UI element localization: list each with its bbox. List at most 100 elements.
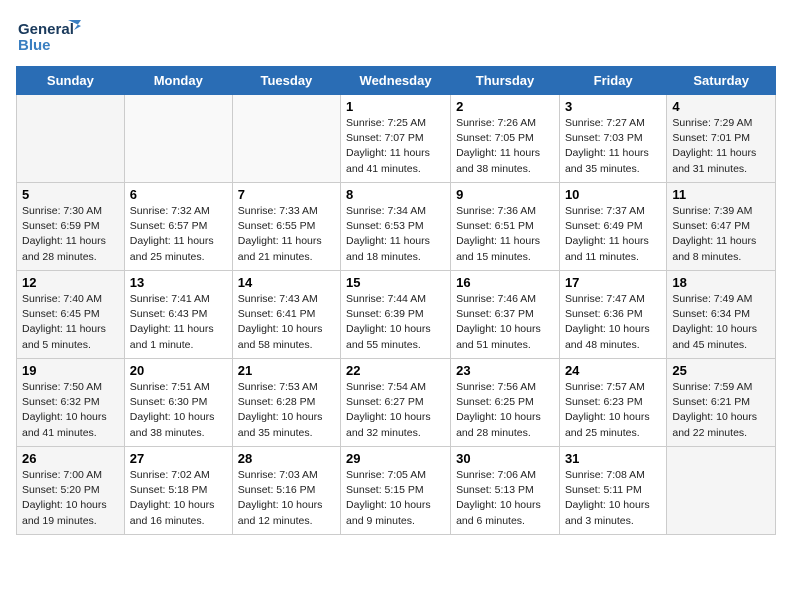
cell-info: Sunrise: 7:30 AMSunset: 6:59 PMDaylight:… <box>22 204 119 265</box>
day-number: 28 <box>238 451 335 466</box>
day-number: 9 <box>456 187 554 202</box>
cell-info: Sunrise: 7:50 AMSunset: 6:32 PMDaylight:… <box>22 380 119 441</box>
calendar-cell: 6 Sunrise: 7:32 AMSunset: 6:57 PMDaylight… <box>124 183 232 271</box>
week-row-2: 5Sunrise: 7:30 AMSunset: 6:59 PMDaylight… <box>17 183 776 271</box>
cell-info: Sunrise: 7:00 AMSunset: 5:20 PMDaylight:… <box>22 468 119 529</box>
calendar-cell: 20 Sunrise: 7:51 AMSunset: 6:30 PMDayligh… <box>124 359 232 447</box>
calendar-cell <box>667 447 776 535</box>
cell-info: Sunrise: 7:41 AMSunset: 6:43 PMDaylight:… <box>130 292 227 353</box>
cell-info: Sunrise: 7:49 AMSunset: 6:34 PMDaylight:… <box>672 292 770 353</box>
cell-info: Sunrise: 7:26 AMSunset: 7:05 PMDaylight:… <box>456 116 554 177</box>
day-number: 23 <box>456 363 554 378</box>
calendar-cell <box>17 95 125 183</box>
week-row-5: 26 Sunrise: 7:00 AMSunset: 5:20 PMDayligh… <box>17 447 776 535</box>
day-number: 22 <box>346 363 445 378</box>
week-row-1: 1Sunrise: 7:25 AMSunset: 7:07 PMDaylight… <box>17 95 776 183</box>
day-number: 25 <box>672 363 770 378</box>
calendar-cell: 17Sunrise: 7:47 AMSunset: 6:36 PMDayligh… <box>559 271 666 359</box>
calendar-cell: 26 Sunrise: 7:00 AMSunset: 5:20 PMDayligh… <box>17 447 125 535</box>
calendar-cell: 28 Sunrise: 7:03 AMSunset: 5:16 PMDayligh… <box>232 447 340 535</box>
cell-info: Sunrise: 7:03 AMSunset: 5:16 PMDaylight:… <box>238 468 335 529</box>
calendar-cell: 10 Sunrise: 7:37 AMSunset: 6:49 PMDayligh… <box>559 183 666 271</box>
day-header-row: SundayMondayTuesdayWednesdayThursdayFrid… <box>17 67 776 95</box>
cell-info: Sunrise: 7:36 AMSunset: 6:51 PMDaylight:… <box>456 204 554 265</box>
logo: GeneralBlue <box>16 16 86 58</box>
calendar-cell: 21Sunrise: 7:53 AMSunset: 6:28 PMDayligh… <box>232 359 340 447</box>
calendar-cell: 29 Sunrise: 7:05 AMSunset: 5:15 PMDayligh… <box>341 447 451 535</box>
calendar-cell: 23 Sunrise: 7:56 AMSunset: 6:25 PMDayligh… <box>451 359 560 447</box>
cell-info: Sunrise: 7:54 AMSunset: 6:27 PMDaylight:… <box>346 380 445 441</box>
day-number: 27 <box>130 451 227 466</box>
calendar-cell: 2Sunrise: 7:26 AMSunset: 7:05 PMDaylight… <box>451 95 560 183</box>
cell-info: Sunrise: 7:51 AMSunset: 6:30 PMDaylight:… <box>130 380 227 441</box>
day-number: 16 <box>456 275 554 290</box>
day-number: 7 <box>238 187 335 202</box>
day-number: 29 <box>346 451 445 466</box>
day-header-tuesday: Tuesday <box>232 67 340 95</box>
cell-info: Sunrise: 7:33 AMSunset: 6:55 PMDaylight:… <box>238 204 335 265</box>
cell-info: Sunrise: 7:39 AMSunset: 6:47 PMDaylight:… <box>672 204 770 265</box>
calendar-cell: 3 Sunrise: 7:27 AMSunset: 7:03 PMDaylight… <box>559 95 666 183</box>
cell-info: Sunrise: 7:05 AMSunset: 5:15 PMDaylight:… <box>346 468 445 529</box>
calendar-cell: 7 Sunrise: 7:33 AMSunset: 6:55 PMDaylight… <box>232 183 340 271</box>
cell-info: Sunrise: 7:57 AMSunset: 6:23 PMDaylight:… <box>565 380 661 441</box>
day-number: 26 <box>22 451 119 466</box>
day-header-wednesday: Wednesday <box>341 67 451 95</box>
cell-info: Sunrise: 7:59 AMSunset: 6:21 PMDaylight:… <box>672 380 770 441</box>
calendar-cell: 5Sunrise: 7:30 AMSunset: 6:59 PMDaylight… <box>17 183 125 271</box>
cell-info: Sunrise: 7:56 AMSunset: 6:25 PMDaylight:… <box>456 380 554 441</box>
calendar-cell: 12 Sunrise: 7:40 AMSunset: 6:45 PMDayligh… <box>17 271 125 359</box>
calendar-table: SundayMondayTuesdayWednesdayThursdayFrid… <box>16 66 776 535</box>
day-number: 24 <box>565 363 661 378</box>
cell-info: Sunrise: 7:29 AMSunset: 7:01 PMDaylight:… <box>672 116 770 177</box>
day-header-sunday: Sunday <box>17 67 125 95</box>
cell-info: Sunrise: 7:47 AMSunset: 6:36 PMDaylight:… <box>565 292 661 353</box>
week-row-4: 19Sunrise: 7:50 AMSunset: 6:32 PMDayligh… <box>17 359 776 447</box>
day-number: 20 <box>130 363 227 378</box>
week-row-3: 12 Sunrise: 7:40 AMSunset: 6:45 PMDayligh… <box>17 271 776 359</box>
calendar-cell: 25 Sunrise: 7:59 AMSunset: 6:21 PMDayligh… <box>667 359 776 447</box>
calendar-cell: 14 Sunrise: 7:43 AMSunset: 6:41 PMDayligh… <box>232 271 340 359</box>
calendar-cell: 24 Sunrise: 7:57 AMSunset: 6:23 PMDayligh… <box>559 359 666 447</box>
calendar-cell: 16Sunrise: 7:46 AMSunset: 6:37 PMDayligh… <box>451 271 560 359</box>
calendar-cell: 1Sunrise: 7:25 AMSunset: 7:07 PMDaylight… <box>341 95 451 183</box>
cell-info: Sunrise: 7:37 AMSunset: 6:49 PMDaylight:… <box>565 204 661 265</box>
calendar-cell: 27 Sunrise: 7:02 AMSunset: 5:18 PMDayligh… <box>124 447 232 535</box>
calendar-cell <box>124 95 232 183</box>
day-number: 4 <box>672 99 770 114</box>
day-number: 6 <box>130 187 227 202</box>
calendar-cell: 4 Sunrise: 7:29 AMSunset: 7:01 PMDaylight… <box>667 95 776 183</box>
day-header-thursday: Thursday <box>451 67 560 95</box>
calendar-cell: 18 Sunrise: 7:49 AMSunset: 6:34 PMDayligh… <box>667 271 776 359</box>
calendar-cell: 15Sunrise: 7:44 AMSunset: 6:39 PMDayligh… <box>341 271 451 359</box>
day-number: 3 <box>565 99 661 114</box>
day-number: 13 <box>130 275 227 290</box>
cell-info: Sunrise: 7:02 AMSunset: 5:18 PMDaylight:… <box>130 468 227 529</box>
day-header-friday: Friday <box>559 67 666 95</box>
cell-info: Sunrise: 7:43 AMSunset: 6:41 PMDaylight:… <box>238 292 335 353</box>
day-header-saturday: Saturday <box>667 67 776 95</box>
day-number: 11 <box>672 187 770 202</box>
cell-info: Sunrise: 7:06 AMSunset: 5:13 PMDaylight:… <box>456 468 554 529</box>
cell-info: Sunrise: 7:32 AMSunset: 6:57 PMDaylight:… <box>130 204 227 265</box>
cell-info: Sunrise: 7:27 AMSunset: 7:03 PMDaylight:… <box>565 116 661 177</box>
day-number: 8 <box>346 187 445 202</box>
day-number: 12 <box>22 275 119 290</box>
calendar-cell: 13 Sunrise: 7:41 AMSunset: 6:43 PMDayligh… <box>124 271 232 359</box>
calendar-cell: 30Sunrise: 7:06 AMSunset: 5:13 PMDayligh… <box>451 447 560 535</box>
page-header: GeneralBlue <box>16 16 776 58</box>
cell-info: Sunrise: 7:34 AMSunset: 6:53 PMDaylight:… <box>346 204 445 265</box>
day-number: 10 <box>565 187 661 202</box>
day-number: 18 <box>672 275 770 290</box>
logo-svg: GeneralBlue <box>16 16 86 58</box>
cell-info: Sunrise: 7:25 AMSunset: 7:07 PMDaylight:… <box>346 116 445 177</box>
cell-info: Sunrise: 7:40 AMSunset: 6:45 PMDaylight:… <box>22 292 119 353</box>
calendar-cell: 22 Sunrise: 7:54 AMSunset: 6:27 PMDayligh… <box>341 359 451 447</box>
day-number: 21 <box>238 363 335 378</box>
calendar-cell <box>232 95 340 183</box>
calendar-cell: 19Sunrise: 7:50 AMSunset: 6:32 PMDayligh… <box>17 359 125 447</box>
calendar-cell: 11 Sunrise: 7:39 AMSunset: 6:47 PMDayligh… <box>667 183 776 271</box>
calendar-cell: 31Sunrise: 7:08 AMSunset: 5:11 PMDayligh… <box>559 447 666 535</box>
calendar-cell: 9 Sunrise: 7:36 AMSunset: 6:51 PMDaylight… <box>451 183 560 271</box>
day-number: 14 <box>238 275 335 290</box>
